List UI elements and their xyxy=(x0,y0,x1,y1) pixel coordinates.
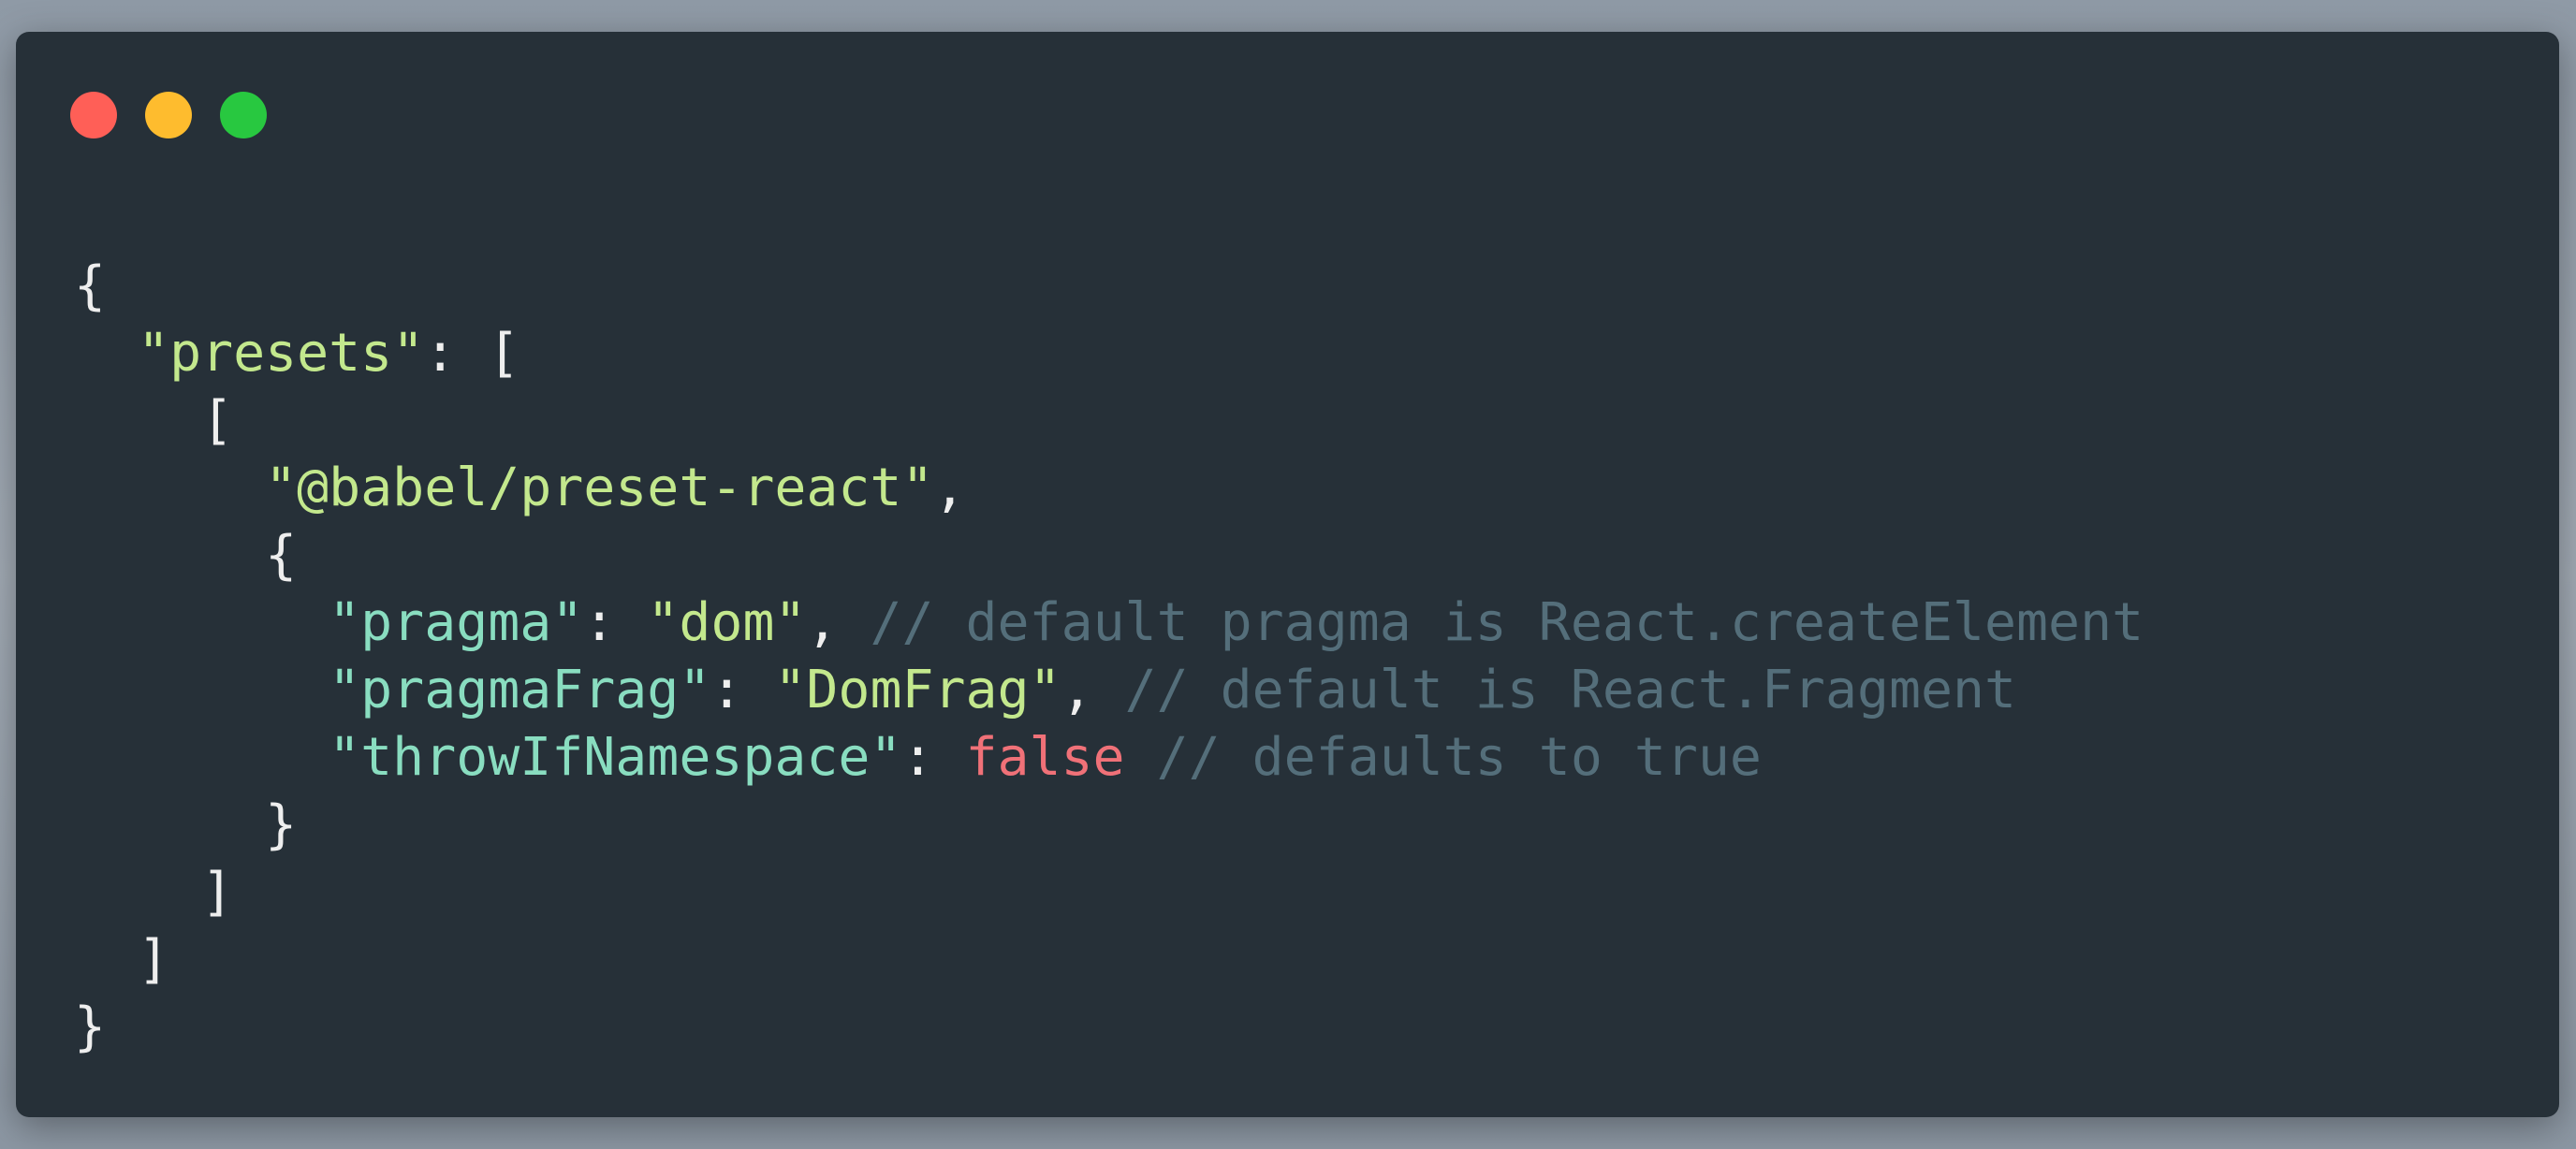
code-punctuation: } xyxy=(74,996,107,1057)
code-punctuation: { xyxy=(74,255,107,316)
code-punctuation: : xyxy=(710,660,775,720)
code-boolean: false xyxy=(965,727,1125,788)
code-punctuation: ] xyxy=(201,862,234,923)
close-window-button[interactable] xyxy=(70,92,117,138)
code-comment: // default pragma is React.createElement xyxy=(870,592,2144,653)
code-property-key: "throwIfNamespace" xyxy=(329,727,902,788)
code-punctuation xyxy=(1125,727,1157,788)
code-property-key: "pragmaFrag" xyxy=(329,660,711,720)
code-line: { xyxy=(74,522,2144,589)
code-block: { "presets": [ [ "@babel/preset-react", … xyxy=(74,253,2144,1061)
code-punctuation: , xyxy=(933,458,966,518)
code-punctuation: : [ xyxy=(424,323,520,384)
minimize-window-button[interactable] xyxy=(145,92,192,138)
code-line: [ xyxy=(74,387,2144,455)
code-line: ] xyxy=(74,859,2144,926)
code-punctuation: : xyxy=(583,592,648,653)
code-line: "pragmaFrag": "DomFrag", // default is R… xyxy=(74,657,2144,724)
code-comment: // defaults to true xyxy=(1156,727,1762,788)
code-punctuation: : xyxy=(901,727,966,788)
code-string: "@babel/preset-react" xyxy=(265,458,934,518)
code-punctuation: ] xyxy=(138,929,170,990)
code-punctuation: [ xyxy=(201,390,234,451)
code-string: "DomFrag" xyxy=(774,660,1061,720)
code-punctuation: , xyxy=(806,592,871,653)
code-line: ] xyxy=(74,926,2144,994)
code-window: { "presets": [ [ "@babel/preset-react", … xyxy=(16,32,2559,1117)
code-punctuation: { xyxy=(265,525,298,586)
code-punctuation: , xyxy=(1061,660,1125,720)
code-line: "@babel/preset-react", xyxy=(74,455,2144,522)
code-line: { xyxy=(74,253,2144,320)
code-punctuation: } xyxy=(265,794,298,855)
code-line: "throwIfNamespace": false // defaults to… xyxy=(74,724,2144,792)
code-line: "presets": [ xyxy=(74,320,2144,387)
code-line: } xyxy=(74,792,2144,859)
code-comment: // default is React.Fragment xyxy=(1124,660,2017,720)
maximize-window-button[interactable] xyxy=(220,92,267,138)
code-property-key: "pragma" xyxy=(329,592,584,653)
window-titlebar xyxy=(16,32,2559,144)
code-line: "pragma": "dom", // default pragma is Re… xyxy=(74,589,2144,657)
code-string: "dom" xyxy=(647,592,807,653)
code-string: "presets" xyxy=(138,323,425,384)
code-line: } xyxy=(74,994,2144,1061)
